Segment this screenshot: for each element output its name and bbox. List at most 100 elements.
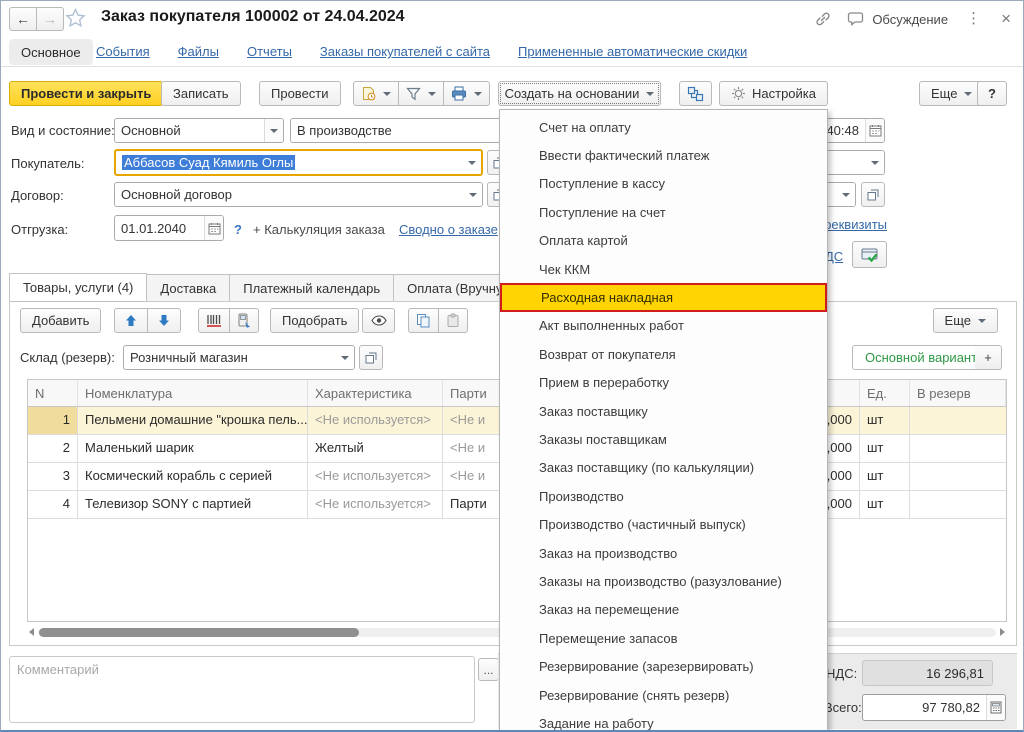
funnel-icon	[406, 87, 421, 101]
menu-item[interactable]: Заказы поставщикам	[500, 425, 827, 453]
menu-item[interactable]: Перемещение запасов	[500, 624, 827, 652]
comment-expand-button[interactable]: ...	[478, 658, 499, 681]
save-button[interactable]: Записать	[161, 81, 241, 106]
menu-item[interactable]: Резервирование (снять резерв)	[500, 681, 827, 709]
warehouse-combo[interactable]: Розничный магазин	[123, 345, 355, 370]
chevron-down-icon[interactable]	[462, 151, 481, 174]
chevron-down-icon[interactable]	[836, 183, 855, 206]
add-variant-button[interactable]: +	[975, 345, 1002, 370]
move-down-button[interactable]	[147, 308, 181, 333]
secondary-open-button[interactable]	[861, 182, 885, 207]
contract-combo[interactable]: Основной договор	[114, 182, 483, 207]
comment-input[interactable]	[9, 656, 475, 723]
order-summary-link[interactable]: Сводно о заказе	[399, 222, 498, 237]
scrollbar-thumb[interactable]	[39, 628, 359, 637]
barcode-scan-button[interactable]	[198, 308, 230, 333]
menu-item[interactable]: Расходная накладная	[500, 283, 827, 311]
table-more-button[interactable]: Еще	[933, 308, 998, 333]
menu-item[interactable]: Заказ на перемещение	[500, 596, 827, 624]
grand-total-input[interactable]: 97 780,82	[862, 694, 1006, 721]
header-reserve[interactable]: В резерв	[910, 380, 1006, 406]
nav-item-main[interactable]: Основное	[9, 39, 93, 65]
menu-item[interactable]: Оплата картой	[500, 227, 827, 255]
kebab-menu-icon[interactable]: ⋮	[962, 11, 985, 27]
menu-item[interactable]: Заказ поставщику	[500, 397, 827, 425]
menu-item[interactable]: Прием в переработку	[500, 369, 827, 397]
menu-item[interactable]: Заказ на производство	[500, 539, 827, 567]
menu-item[interactable]: Производство (частичный выпуск)	[500, 510, 827, 538]
customer-input[interactable]: Аббасов Суад Кямиль Оглы	[114, 149, 483, 176]
back-icon[interactable]: ←	[9, 7, 37, 31]
cell-n: 3	[28, 463, 78, 490]
order-calculation-toggle[interactable]: + Калькуляция заказа	[253, 222, 385, 237]
nav-link[interactable]: Файлы	[178, 44, 219, 59]
print-button[interactable]	[443, 81, 490, 106]
menu-item[interactable]: Возврат от покупателя	[500, 340, 827, 368]
chevron-down-icon[interactable]	[463, 183, 482, 206]
post-button[interactable]: Провести	[259, 81, 341, 106]
more-button[interactable]: Еще	[919, 81, 984, 106]
header-characteristic[interactable]: Характеристика	[308, 380, 443, 406]
menu-item[interactable]: Поступление на счет	[500, 198, 827, 226]
cell-reserve	[910, 491, 1006, 518]
create-document-button[interactable]	[353, 81, 399, 106]
nav-link[interactable]: Примененные автоматические скидки	[518, 44, 747, 59]
favorite-star-icon[interactable]	[65, 8, 86, 28]
add-row-button[interactable]: Добавить	[20, 308, 101, 333]
nav-link[interactable]: Заказы покупателей с сайта	[320, 44, 490, 59]
move-up-button[interactable]	[114, 308, 148, 333]
menu-item[interactable]: Поступление в кассу	[500, 170, 827, 198]
tab[interactable]: Платежный календарь	[230, 274, 394, 302]
chevron-down-icon[interactable]	[264, 119, 283, 142]
cell-n: 2	[28, 435, 78, 462]
chevron-down-icon[interactable]	[335, 346, 354, 369]
tab[interactable]: Доставка	[147, 274, 230, 302]
header-unit[interactable]: Ед.	[860, 380, 910, 406]
tab[interactable]: Товары, услуги (4)	[9, 273, 147, 302]
warehouse-open-button[interactable]	[359, 345, 383, 370]
filter-button[interactable]	[398, 81, 444, 106]
vat-card-button[interactable]	[852, 241, 887, 268]
create-based-on-button[interactable]: Создать на основании	[498, 81, 661, 106]
cell-reserve	[910, 463, 1006, 490]
calendar-icon[interactable]	[204, 216, 223, 240]
paste-button[interactable]	[438, 308, 468, 333]
scroll-right-icon[interactable]	[1000, 628, 1005, 636]
visibility-button[interactable]	[362, 308, 395, 333]
forward-icon[interactable]: →	[36, 7, 64, 31]
nav-link[interactable]: Отчеты	[247, 44, 292, 59]
scroll-left-icon[interactable]	[29, 628, 34, 636]
nav-link[interactable]: События	[96, 44, 150, 59]
open-icon	[867, 189, 879, 201]
main-variant-button[interactable]: Основной вариант	[852, 345, 990, 370]
contract-label: Договор:	[11, 188, 64, 203]
shipment-date-input[interactable]: 01.01.2040	[114, 215, 224, 241]
settings-button[interactable]: Настройка	[719, 81, 828, 106]
menu-item[interactable]: Задание на работу	[500, 709, 827, 732]
related-documents-button[interactable]	[679, 81, 712, 106]
menu-item[interactable]: Производство	[500, 482, 827, 510]
calendar-icon[interactable]	[865, 119, 884, 142]
menu-item[interactable]: Чек ККМ	[500, 255, 827, 283]
menu-item[interactable]: Ввести фактический платеж	[500, 141, 827, 169]
pick-items-button[interactable]: Подобрать	[270, 308, 359, 333]
help-button[interactable]: ?	[977, 81, 1007, 106]
menu-item[interactable]: Акт выполненных работ	[500, 312, 827, 340]
header-n[interactable]: N	[28, 380, 78, 406]
shipment-help-icon[interactable]: ?	[234, 222, 242, 237]
calculator-icon[interactable]	[986, 695, 1005, 720]
menu-item[interactable]: Резервирование (зарезервировать)	[500, 652, 827, 680]
menu-item[interactable]: Счет на оплату	[500, 113, 827, 141]
copy-button[interactable]	[408, 308, 439, 333]
menu-item[interactable]: Заказ поставщику (по калькуляции)	[500, 454, 827, 482]
header-nomenclature[interactable]: Номенклатура	[78, 380, 308, 406]
link-icon[interactable]	[814, 10, 832, 28]
data-terminal-button[interactable]	[229, 308, 259, 333]
kind-combo[interactable]: Основной	[114, 118, 284, 143]
cell-unit: шт	[860, 435, 910, 462]
discussion-button[interactable]: Обсуждение	[846, 11, 948, 28]
menu-item[interactable]: Заказы на производство (разузлование)	[500, 567, 827, 595]
post-and-close-button[interactable]: Провести и закрыть	[9, 81, 163, 106]
chevron-down-icon[interactable]	[865, 151, 884, 174]
close-icon[interactable]: ×	[999, 11, 1013, 27]
